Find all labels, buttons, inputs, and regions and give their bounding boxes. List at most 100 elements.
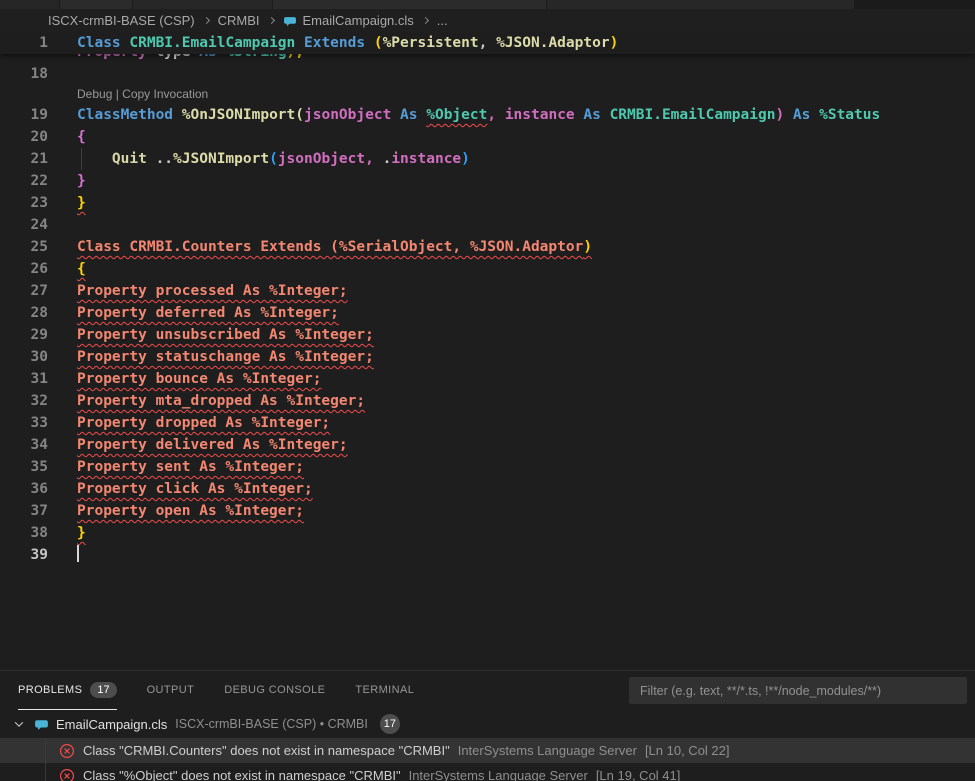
codelens-copy-link[interactable]: Copy Invocation: [122, 87, 208, 101]
problems-file-name: EmailCampaign.cls: [56, 717, 167, 732]
code-token: Class CRMBI.Counters Extends (%SerialObj…: [77, 239, 583, 255]
breadcrumb-item-file[interactable]: EmailCampaign.cls: [303, 13, 414, 28]
code-line[interactable]: 26 {: [0, 258, 975, 280]
code-line[interactable]: 22 }: [0, 170, 975, 192]
problem-row[interactable]: Class "CRMBI.Counters" does not exist in…: [0, 738, 975, 763]
code-line[interactable]: 27 Property processed As %Integer;: [0, 280, 975, 302]
code-line[interactable]: 23 }: [0, 192, 975, 214]
line-code: Property unsubscribed As %Integer;: [77, 324, 975, 346]
code-line[interactable]: 38 }: [0, 522, 975, 544]
code-token: ,: [365, 151, 374, 167]
code-token: Property deferred As %Integer;: [77, 305, 339, 321]
sticky-line-code: Class CRMBI.EmailCampaign Extends (%Pers…: [77, 32, 975, 54]
editor-tab-top[interactable]: [0, 0, 60, 9]
tab-terminal[interactable]: TERMINAL: [355, 671, 414, 710]
code-token: }: [77, 195, 86, 211]
line-code: {: [77, 126, 975, 148]
code-line[interactable]: 18: [0, 63, 975, 85]
editor-tab-top[interactable]: [133, 0, 273, 9]
editor-tab-top[interactable]: [547, 0, 855, 9]
sticky-scroll-line[interactable]: 1 Class CRMBI.EmailCampaign Extends (%Pe…: [0, 32, 975, 54]
code-token: Property click As %Integer;: [77, 481, 313, 497]
line-code: Property sent As %Integer;: [77, 456, 975, 478]
problems-filter-input[interactable]: [629, 677, 967, 704]
code-token: }: [77, 525, 86, 541]
line-number: 20: [0, 126, 77, 148]
editor-tab-top[interactable]: [60, 0, 133, 9]
tab-label: TERMINAL: [355, 684, 414, 696]
code-token: Quit: [112, 151, 147, 167]
problem-location: [Ln 10, Col 22]: [645, 743, 730, 758]
error-icon: [59, 743, 75, 759]
code-line[interactable]: 24: [0, 214, 975, 236]
problem-row[interactable]: Class "%Object" does not exist in namesp…: [0, 763, 975, 781]
line-code: [77, 544, 975, 566]
problems-file-group[interactable]: EmailCampaign.cls ISCX-crmBI-BASE (CSP) …: [0, 710, 975, 738]
tab-label: PROBLEMS: [18, 684, 82, 696]
code-line[interactable]: 33 Property dropped As %Integer;: [0, 412, 975, 434]
code-line[interactable]: 20 {: [0, 126, 975, 148]
problem-message: Class "CRMBI.Counters" does not exist in…: [83, 743, 450, 758]
line-number: 30: [0, 346, 77, 368]
indent-guide: [81, 148, 82, 170]
line-number: 25: [0, 236, 77, 258]
chevron-right-icon: [267, 17, 274, 24]
line-number: 19: [0, 104, 77, 126]
line-number: 34: [0, 434, 77, 456]
tab-debug-console[interactable]: DEBUG CONSOLE: [224, 671, 325, 710]
problem-message: Class "%Object" does not exist in namesp…: [83, 768, 401, 781]
code-token: Property processed As %Integer;: [77, 283, 348, 299]
code-token: {: [77, 129, 86, 145]
code-token: ): [583, 239, 592, 255]
line-code: Property statuschange As %Integer;: [77, 346, 975, 368]
code-token: %JSON.Adaptor: [496, 35, 610, 51]
breadcrumb-item-package[interactable]: CRMBI: [218, 13, 260, 28]
breadcrumb-item-project[interactable]: ISCX-crmBI-BASE (CSP): [48, 13, 195, 28]
tab-output[interactable]: OUTPUT: [147, 671, 195, 710]
code-token: (: [295, 107, 304, 123]
code-line[interactable]: 25 Class CRMBI.Counters Extends (%Serial…: [0, 236, 975, 258]
code-token: instance: [391, 151, 461, 167]
line-number: 39: [0, 544, 77, 566]
line-code: {: [77, 258, 975, 280]
problems-list: Class "CRMBI.Counters" does not exist in…: [0, 738, 975, 781]
code-token: CRMBI.EmailCampaign: [129, 35, 295, 51]
code-token: ..: [147, 151, 173, 167]
code-line[interactable]: 31 Property bounce As %Integer;: [0, 368, 975, 390]
code-line[interactable]: 29 Property unsubscribed As %Integer;: [0, 324, 975, 346]
code-line[interactable]: 30 Property statuschange As %Integer;: [0, 346, 975, 368]
tree-indent-guide: [45, 738, 46, 781]
line-number: 36: [0, 478, 77, 500]
code-token: As: [391, 107, 426, 123]
breadcrumb-item-symbol[interactable]: ...: [437, 13, 448, 28]
code-line[interactable]: 39: [0, 544, 975, 566]
code-token: Property unsubscribed As %Integer;: [77, 327, 374, 343]
code-line[interactable]: 19 ClassMethod %OnJSONImport(jsonObject …: [0, 104, 975, 126]
bottom-panel: PROBLEMS 17 OUTPUT DEBUG CONSOLE TERMINA…: [0, 670, 975, 781]
file-problems-count-badge: 17: [380, 714, 400, 734]
code-line[interactable]: 35 Property sent As %Integer;: [0, 456, 975, 478]
code-token: As: [784, 107, 819, 123]
code-token: ,: [487, 107, 496, 123]
code-line[interactable]: 34 Property delivered As %Integer;: [0, 434, 975, 456]
line-number: 29: [0, 324, 77, 346]
line-code: [77, 214, 975, 236]
code-lines: 18 Debug | Copy Invocation 19 ClassMetho…: [0, 63, 975, 566]
code-line[interactable]: 21 Quit ..%JSONImport(jsonObject, .insta…: [0, 148, 975, 170]
code-line[interactable]: 28 Property deferred As %Integer;: [0, 302, 975, 324]
class-file-icon: [34, 717, 49, 732]
code-line[interactable]: 36 Property click As %Integer;: [0, 478, 975, 500]
tab-problems[interactable]: PROBLEMS 17: [18, 671, 117, 710]
code-token: jsonObject: [278, 151, 365, 167]
code-line[interactable]: 32 Property mta_dropped As %Integer;: [0, 390, 975, 412]
line-code: [77, 63, 975, 85]
code-line[interactable]: 37 Property open As %Integer;: [0, 500, 975, 522]
code-token: %Status: [819, 107, 880, 123]
code-token: %String: [225, 54, 286, 60]
editor-tab-top[interactable]: [273, 0, 547, 9]
class-file-icon: [283, 14, 297, 28]
code-editor[interactable]: 1 Class CRMBI.EmailCampaign Extends (%Pe…: [0, 32, 975, 670]
line-code: Quit ..%JSONImport(jsonObject, .instance…: [77, 148, 975, 170]
line-number: 37: [0, 500, 77, 522]
codelens-debug-link[interactable]: Debug: [77, 87, 112, 101]
